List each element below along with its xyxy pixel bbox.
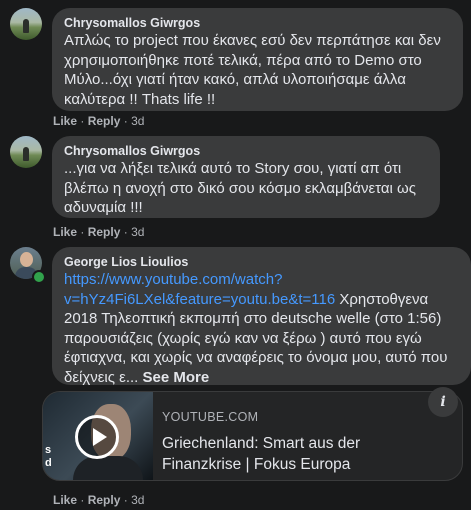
comment-bubble: Chrysomallos Giwrgos Απλώς το project πο… <box>52 8 463 111</box>
comment-timestamp[interactable]: 3d <box>131 225 144 239</box>
see-more-link[interactable]: See More <box>143 369 210 386</box>
comment-actions: Like · Reply · 3d <box>53 114 144 128</box>
comment-author[interactable]: George Lios Lioulios <box>64 254 459 270</box>
link-preview-card[interactable]: s d YOUTUBE.COM Griechenland: Smart aus … <box>42 391 463 481</box>
reply-button[interactable]: Reply <box>88 114 121 128</box>
reply-button[interactable]: Reply <box>88 225 121 239</box>
reply-button[interactable]: Reply <box>88 493 121 507</box>
comment-text: https://www.youtube.com/watch?v=hYz4Fi6L… <box>64 270 459 387</box>
like-button[interactable]: Like <box>53 114 77 128</box>
like-button[interactable]: Like <box>53 225 77 239</box>
avatar[interactable] <box>10 136 42 168</box>
comment-timestamp[interactable]: 3d <box>131 114 144 128</box>
avatar-figure <box>23 147 29 161</box>
info-icon[interactable]: i <box>428 387 458 417</box>
separator: · <box>80 225 85 239</box>
youtube-link[interactable]: https://www.youtube.com/watch?v=hYz4Fi6L… <box>64 271 335 308</box>
separator: · <box>123 114 128 128</box>
avatar-head <box>20 252 33 267</box>
online-status-icon <box>32 270 46 284</box>
separator: · <box>80 493 85 507</box>
separator: · <box>123 225 128 239</box>
preview-title[interactable]: Griechenland: Smart aus der Finanzkrise … <box>162 433 422 475</box>
comment-actions: Like · Reply · 3d <box>53 493 144 507</box>
thumbnail-shirt <box>73 456 143 480</box>
comment-bubble: George Lios Lioulios https://www.youtube… <box>52 247 471 387</box>
avatar[interactable] <box>10 8 42 40</box>
like-button[interactable]: Like <box>53 493 77 507</box>
separator: · <box>80 114 85 128</box>
avatar-figure <box>23 19 29 33</box>
comment-text: Απλώς το project που έκανες εσύ δεν περπ… <box>64 32 441 108</box>
play-icon[interactable] <box>75 415 119 459</box>
preview-site: YOUTUBE.COM <box>162 410 259 424</box>
comment-bubble: Chrysomallos Giwrgos ...για να λήξει τελ… <box>52 136 440 218</box>
separator: · <box>123 493 128 507</box>
comment-author[interactable]: Chrysomallos Giwrgos <box>64 15 451 31</box>
comment-author[interactable]: Chrysomallos Giwrgos <box>64 143 428 159</box>
video-thumbnail[interactable]: s d <box>43 392 153 480</box>
comment-text: ...για να λήξει τελικά αυτό το Story σου… <box>64 160 416 216</box>
comment-actions: Like · Reply · 3d <box>53 225 144 239</box>
play-triangle <box>93 428 107 446</box>
thumbnail-caption: s d <box>45 444 52 469</box>
comment-timestamp[interactable]: 3d <box>131 493 144 507</box>
